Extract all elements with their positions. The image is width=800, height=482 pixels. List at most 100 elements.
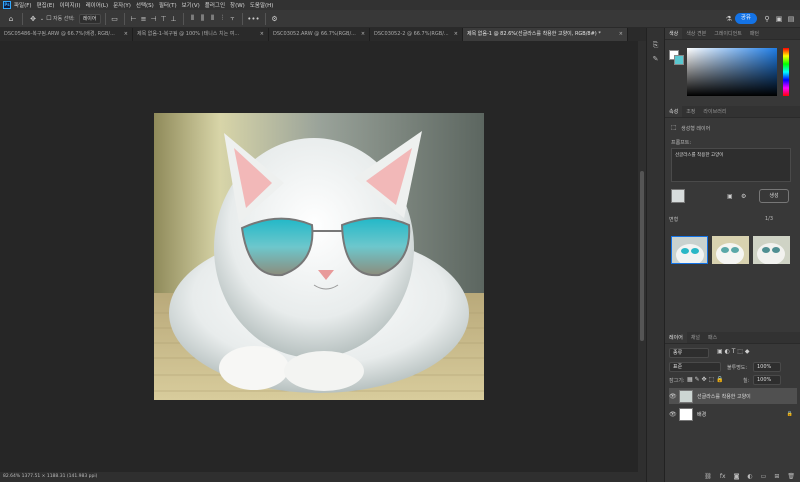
reference-image-thumb[interactable] bbox=[671, 189, 685, 203]
close-icon[interactable]: × bbox=[260, 28, 264, 41]
filter-icons[interactable]: ▣ ◐ T ⬚ ◆ bbox=[717, 348, 749, 355]
align-left-icon[interactable]: ⊢ bbox=[129, 13, 139, 25]
close-icon[interactable]: × bbox=[454, 28, 458, 41]
align-middle-icon[interactable]: ⊥ bbox=[169, 13, 179, 25]
more-options-icon[interactable]: ••• bbox=[247, 13, 261, 25]
menu-layer[interactable]: 레이어(L) bbox=[86, 1, 109, 9]
distribute-h-icon[interactable]: ⦀ bbox=[208, 13, 218, 25]
image-icon[interactable]: ▣ bbox=[727, 193, 733, 200]
menu-image[interactable]: 이미지(I) bbox=[59, 1, 80, 9]
home-icon[interactable]: ⌂ bbox=[4, 13, 18, 25]
opacity-input[interactable]: 100% bbox=[753, 362, 781, 372]
menu-plugins[interactable]: 플러그인 bbox=[205, 1, 225, 9]
tab-gradients[interactable]: 그레이디언트 bbox=[710, 28, 746, 39]
close-icon[interactable]: × bbox=[361, 28, 365, 41]
cat-with-sunglasses-illustration bbox=[154, 113, 484, 400]
prompt-input[interactable]: 선글라스를 착용한 고양이 bbox=[671, 148, 791, 182]
separator bbox=[182, 12, 184, 25]
distribute-v-icon[interactable]: ⫼ bbox=[198, 13, 208, 25]
link-icon[interactable]: ⛓ bbox=[704, 473, 712, 480]
distribute-spacing-icon[interactable]: ⫶ bbox=[218, 13, 228, 25]
layer-thumbnail bbox=[679, 407, 693, 421]
layer-name: 선글라스를 착용한 고양이 bbox=[697, 393, 751, 400]
share-button[interactable]: 공유 bbox=[734, 13, 757, 24]
menu-help[interactable]: 도움말(H) bbox=[250, 1, 274, 9]
workspace-icon[interactable]: ▣ bbox=[773, 13, 785, 25]
fill-label: 칠: bbox=[743, 378, 750, 384]
tab-color[interactable]: 색상 bbox=[665, 28, 683, 39]
tab-paths[interactable]: 패스 bbox=[704, 332, 721, 343]
tab-patterns[interactable]: 패턴 bbox=[746, 28, 763, 39]
tab-swatches[interactable]: 색상 견본 bbox=[682, 28, 710, 39]
doc-tab[interactable]: 제목 없음-1-복구됨 @ 100% (테니스 치는 여... × bbox=[133, 28, 269, 41]
menu-edit[interactable]: 편집(E) bbox=[37, 1, 55, 9]
align-bottom-icon[interactable]: ⫟ bbox=[228, 13, 238, 25]
close-icon[interactable]: × bbox=[619, 28, 623, 41]
hue-slider[interactable] bbox=[783, 48, 789, 96]
blend-mode-dropdown[interactable]: 표준 bbox=[669, 362, 721, 372]
fx-icon[interactable]: fx bbox=[720, 473, 726, 480]
distribute-icon[interactable]: ⫴ bbox=[188, 13, 198, 25]
lock-icons[interactable]: ▦ ✎ ✥ ⬚ 🔒 bbox=[687, 376, 724, 383]
flask-icon[interactable]: ⚗ bbox=[723, 13, 735, 25]
scrollbar-thumb[interactable] bbox=[640, 171, 644, 341]
vertical-scrollbar[interactable] bbox=[638, 41, 646, 472]
comment-icon[interactable]: ✎ bbox=[651, 54, 661, 64]
menu-select[interactable]: 선택(S) bbox=[136, 1, 154, 9]
color-picker-field[interactable] bbox=[687, 48, 777, 96]
variation-thumb-2[interactable] bbox=[712, 236, 749, 264]
opacity-label: 불투명도: bbox=[727, 365, 748, 371]
separator bbox=[264, 12, 266, 25]
menu-filter[interactable]: 필터(T) bbox=[159, 1, 177, 9]
history-icon[interactable]: ⎘ bbox=[651, 40, 661, 50]
settings-icon[interactable]: ⚙ bbox=[741, 193, 746, 200]
layer-row[interactable]: 👁 배경 🔒 bbox=[669, 406, 797, 422]
prompt-label: 프롬프트: bbox=[671, 140, 692, 146]
align-right-icon[interactable]: ⊣ bbox=[149, 13, 159, 25]
tab-properties[interactable]: 속성 bbox=[665, 106, 683, 117]
close-icon[interactable]: × bbox=[124, 28, 128, 41]
new-layer-icon[interactable]: ⊞ bbox=[774, 473, 779, 480]
menu-type[interactable]: 문자(Y) bbox=[113, 1, 131, 9]
transform-controls-icon[interactable]: ▭ bbox=[110, 13, 120, 25]
layers-footer: ⛓ fx ◙ ◐ ▭ ⊞ 🗑 bbox=[665, 470, 800, 482]
tab-channels[interactable]: 채널 bbox=[687, 332, 704, 343]
fill-input[interactable]: 100% bbox=[753, 375, 781, 385]
search-icon[interactable]: ⚲ bbox=[761, 13, 773, 25]
mask-icon[interactable]: ◙ bbox=[734, 473, 740, 480]
menu-view[interactable]: 보기(V) bbox=[182, 1, 200, 9]
options-bar: ⌂ ✥ ⌄ ☐ 자동 선택: 레이어 ▭ ⊢ ≡ ⊣ ⊤ ⊥ ⫴ ⫼ ⦀ ⫶ ⫟… bbox=[0, 10, 800, 28]
tab-adjustments[interactable]: 조정 bbox=[682, 106, 699, 117]
align-top-icon[interactable]: ⊤ bbox=[159, 13, 169, 25]
layer-filter-dropdown[interactable]: 종류 bbox=[669, 348, 709, 358]
layer-row-selected[interactable]: 👁 선글라스를 착용한 고양이 bbox=[669, 388, 797, 404]
variations-label: 변형 bbox=[669, 217, 679, 223]
variation-thumb-1[interactable] bbox=[671, 236, 708, 264]
eye-icon[interactable]: 👁 bbox=[669, 411, 679, 418]
generate-button[interactable]: 생성 bbox=[759, 189, 789, 203]
menu-file[interactable]: 파일(F) bbox=[14, 1, 32, 9]
align-center-icon[interactable]: ≡ bbox=[139, 13, 149, 25]
doc-tab[interactable]: DSC05486-복구됨.ARW @ 66.7%(배경, RGB/... × bbox=[0, 28, 133, 41]
doc-tab-active[interactable]: 제목 없음-1 @ 82.6%(선글라스를 착용한 고양이, RGB/8#) *… bbox=[463, 28, 628, 41]
doc-tab[interactable]: DSC03052.ARW @ 66.7%(RGB/... × bbox=[269, 28, 370, 41]
variation-thumb-3[interactable] bbox=[753, 236, 790, 264]
gear-icon[interactable]: ⚙ bbox=[270, 13, 280, 25]
separator bbox=[104, 12, 106, 25]
tab-libraries[interactable]: 라이브러리 bbox=[699, 106, 730, 117]
move-tool-icon[interactable]: ✥ bbox=[27, 13, 39, 25]
background-color-swatch[interactable] bbox=[674, 55, 684, 65]
menu-window[interactable]: 창(W) bbox=[230, 1, 245, 9]
tab-layers[interactable]: 레이어 bbox=[665, 332, 687, 343]
cat-image[interactable] bbox=[154, 113, 484, 400]
eye-icon[interactable]: 👁 bbox=[669, 393, 679, 400]
folder-icon[interactable]: ▭ bbox=[761, 473, 767, 480]
variation-image bbox=[757, 243, 785, 264]
doc-tab[interactable]: DSC03052-2 @ 66.7%(RGB/... × bbox=[370, 28, 463, 41]
adjustment-icon[interactable]: ◐ bbox=[747, 473, 752, 480]
trash-icon[interactable]: 🗑 bbox=[787, 473, 795, 480]
auto-select-dropdown[interactable]: 레이어 bbox=[78, 13, 101, 24]
auto-select-checkbox[interactable]: ☐ bbox=[45, 13, 53, 25]
layer-thumbnail bbox=[679, 389, 693, 403]
panel-layout-icon[interactable]: ▤ bbox=[785, 13, 797, 25]
